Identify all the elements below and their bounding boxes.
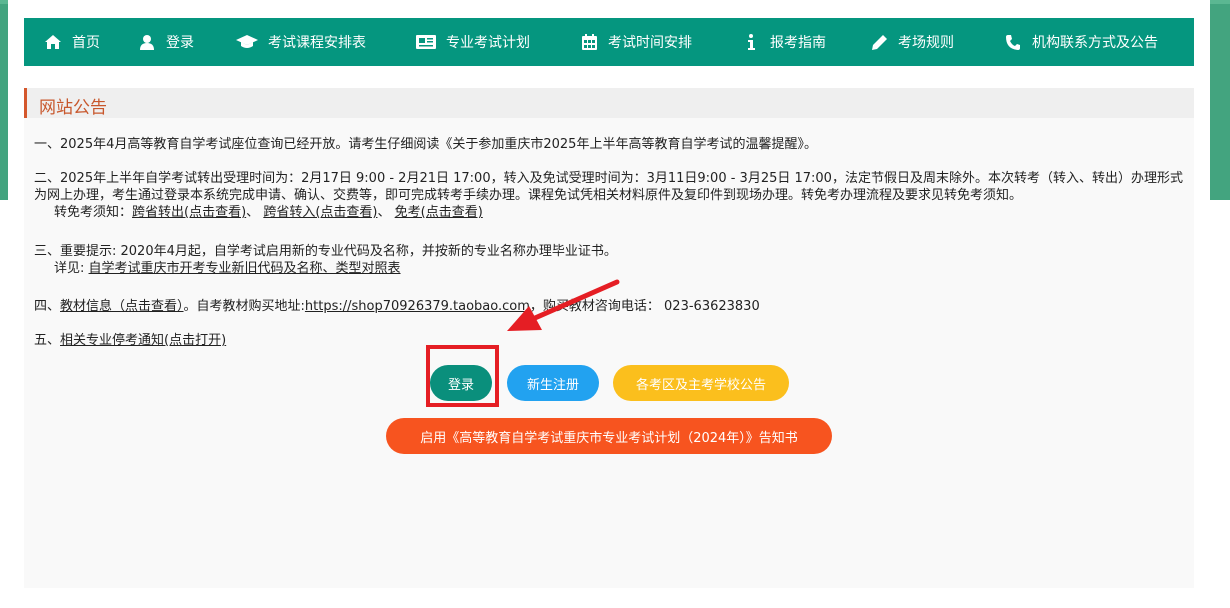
notice-1: 一、2025年4月高等教育自学考试座位查询已经开放。请考生仔细阅读《关于参加重庆… [34, 136, 1184, 153]
link-cross-province-out[interactable]: 跨省转出(点击查看) [132, 205, 246, 220]
home-icon [44, 35, 62, 49]
nav-contact-label: 机构联系方式及公告 [1032, 35, 1158, 51]
nav-home-label: 首页 [72, 35, 100, 51]
link-code-table[interactable]: 自学考试重庆市开考专业新旧代码及名称、类型对照表 [89, 261, 401, 276]
link-exemption[interactable]: 免考(点击查看) [395, 205, 483, 220]
notice-2-text: 二、2025年上半年自学考试转出受理时间为：2月17日 9:00 - 2月21日… [34, 171, 1183, 203]
exam-plan-notice-button[interactable]: 启用《高等教育自学考试重庆市专业考试计划（2024年）》告知书 [386, 418, 832, 454]
transfer-notice-prefix: 转免考须知： [54, 205, 133, 220]
panel-title: 网站公告 [39, 98, 107, 118]
link-cross-province-in[interactable]: 跨省转入(点击查看) [263, 205, 377, 220]
nav-rules[interactable]: 考场规则 [870, 18, 954, 66]
nav-login-label: 登录 [166, 35, 194, 51]
notice-1-text: 一、2025年4月高等教育自学考试座位查询已经开放。请考生仔细阅读《关于参加重庆… [34, 137, 817, 152]
nav-exam-time[interactable]: 考试时间安排 [580, 18, 692, 66]
pencil-icon [870, 34, 888, 50]
newspaper-icon [416, 35, 436, 49]
highlight-box [426, 345, 499, 407]
graduation-cap-icon [236, 35, 258, 49]
notice-4: 四、教材信息（点击查看）。自考教材购买地址:https://shop709263… [34, 298, 1184, 315]
nav-home[interactable]: 首页 [44, 18, 100, 66]
phone-icon [1004, 34, 1022, 50]
announcement-panel: 网站公告 一、2025年4月高等教育自学考试座位查询已经开放。请考生仔细阅读《关… [24, 88, 1194, 588]
notice-3-text: 三、重要提示: 2020年4月起，自学考试启用新的专业代码及名称，并按新的专业名… [34, 244, 617, 259]
notice-4-mid: 。自考教材购买地址: [183, 299, 305, 314]
notice-3-detail: 详见: 自学考试重庆市开考专业新旧代码及名称、类型对照表 [34, 260, 1184, 277]
nav-course-schedule[interactable]: 考试课程安排表 [236, 18, 366, 66]
info-icon [742, 34, 760, 50]
separator: 、 [246, 205, 260, 220]
nav-rules-label: 考场规则 [898, 35, 954, 51]
nav-exam-plan[interactable]: 专业考试计划 [416, 18, 530, 66]
nav-course-schedule-label: 考试课程安排表 [268, 35, 366, 51]
nav-login[interactable]: 登录 [138, 18, 194, 66]
link-textbook-info[interactable]: 教材信息（点击查看） [60, 299, 184, 314]
nav-guide[interactable]: 报考指南 [742, 18, 826, 66]
link-suspension-notice[interactable]: 相关专业停考通知(点击打开) [60, 333, 226, 348]
link-taobao-shop[interactable]: https://shop70926379.taobao.com [305, 299, 530, 314]
nav-contact[interactable]: 机构联系方式及公告 [1004, 18, 1158, 66]
region-announcement-button[interactable]: 各考区及主考学校公告 [613, 365, 789, 401]
nav-exam-plan-label: 专业考试计划 [446, 35, 530, 51]
notice-5: 五、相关专业停考通知(点击打开) [34, 332, 1184, 349]
notice-2: 二、2025年上半年自学考试转出受理时间为：2月17日 9:00 - 2月21日… [34, 170, 1184, 221]
panel-header: 网站公告 [24, 88, 1194, 118]
register-button[interactable]: 新生注册 [507, 365, 599, 401]
separator: 、 [377, 205, 391, 220]
calendar-icon [580, 34, 598, 50]
nav-guide-label: 报考指南 [770, 35, 826, 51]
notice-4-suffix: ，购买教材咨询电话： 023-63623830 [529, 299, 760, 314]
notice-5-prefix: 五、 [34, 333, 61, 348]
notice-4-prefix: 四、 [34, 299, 61, 314]
nav-exam-time-label: 考试时间安排 [608, 35, 692, 51]
user-icon [138, 34, 156, 50]
detail-prefix: 详见: [54, 261, 89, 276]
notice-3: 三、重要提示: 2020年4月起，自学考试启用新的专业代码及名称，并按新的专业名… [34, 243, 1184, 277]
main-nav: 首页 登录 考试课程安排表 专业考试计划 考试时间安排 报考指南 考场规则 机构… [24, 18, 1194, 66]
notice-2-links: 转免考须知：跨省转出(点击查看)、 跨省转入(点击查看)、 免考(点击查看) [34, 204, 1184, 221]
